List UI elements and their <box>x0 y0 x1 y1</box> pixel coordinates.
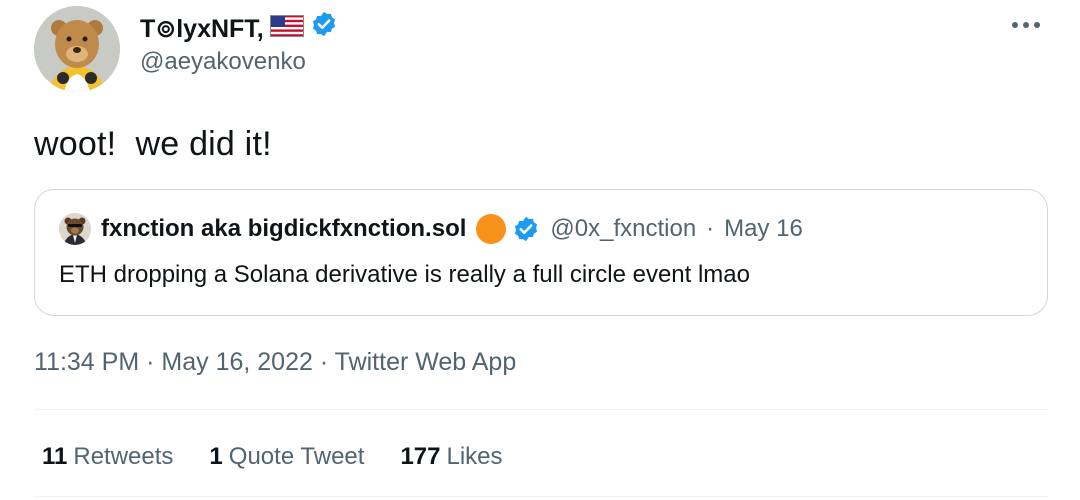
tweet-text: woot! we did it! <box>34 125 272 163</box>
tweet: T⊚lyxNFT, @aeyakovenko woot! we did it! … <box>0 0 1080 500</box>
verified-badge-icon <box>310 10 338 47</box>
quote-tweets-stat[interactable]: 1 Quote Tweet <box>209 440 364 474</box>
quote-tweets-label: Quote Tweet <box>228 443 365 470</box>
orange-circle-badge-icon <box>476 214 507 244</box>
retweets-count: 11 <box>42 443 68 470</box>
quote-tweets-count: 1 <box>209 443 223 470</box>
more-options-button[interactable] <box>1006 8 1046 42</box>
quoted-tweet-header: fxnction aka bigdickfxnction.sol @0x_fxn… <box>59 213 803 245</box>
tweet-stats: 11 Retweets 1 Quote Tweet 177 Likes <box>42 440 503 474</box>
author-handle[interactable]: @aeyakovenko <box>140 46 306 78</box>
bottom-divider <box>34 496 1048 497</box>
bear-avatar-icon <box>34 6 120 92</box>
quoted-verified-badge-icon <box>512 215 540 243</box>
quoted-tweet-card[interactable]: fxnction aka bigdickfxnction.sol @0x_fxn… <box>34 189 1048 316</box>
source-separator: · <box>319 348 329 376</box>
quoted-author-handle[interactable]: @0x_fxnction <box>550 213 696 245</box>
retweets-stat[interactable]: 11 Retweets <box>42 440 173 474</box>
quoted-author-name[interactable]: fxnction aka bigdickfxnction.sol <box>101 213 466 245</box>
quoted-date[interactable]: May 16 <box>724 213 803 245</box>
likes-count: 177 <box>400 443 441 470</box>
tweet-time[interactable]: 11:34 PM <box>34 348 139 376</box>
more-dots-icon <box>1012 22 1040 28</box>
bear-suit-avatar-icon <box>59 213 91 245</box>
author-display-name[interactable]: T⊚lyxNFT, <box>140 12 264 46</box>
divider <box>34 409 1048 410</box>
likes-label: Likes <box>446 443 503 470</box>
us-flag-icon <box>269 12 304 46</box>
timestamp-separator: · <box>146 348 155 376</box>
retweets-label: Retweets <box>73 443 174 470</box>
tweet-timestamp-row: 11:34 PM · May 16, 2022 · Twitter Web Ap… <box>34 345 516 379</box>
tweet-date[interactable]: May 16, 2022 <box>161 348 313 376</box>
likes-stat[interactable]: 177 Likes <box>400 440 502 474</box>
quoted-tweet-text: ETH dropping a Solana derivative is real… <box>59 261 750 288</box>
quoted-author-avatar[interactable] <box>59 213 91 245</box>
author-name-row[interactable]: T⊚lyxNFT, <box>140 10 338 47</box>
author-avatar[interactable] <box>34 6 120 92</box>
quoted-separator: · <box>706 215 715 242</box>
tweet-source[interactable]: Twitter Web App <box>335 348 517 376</box>
